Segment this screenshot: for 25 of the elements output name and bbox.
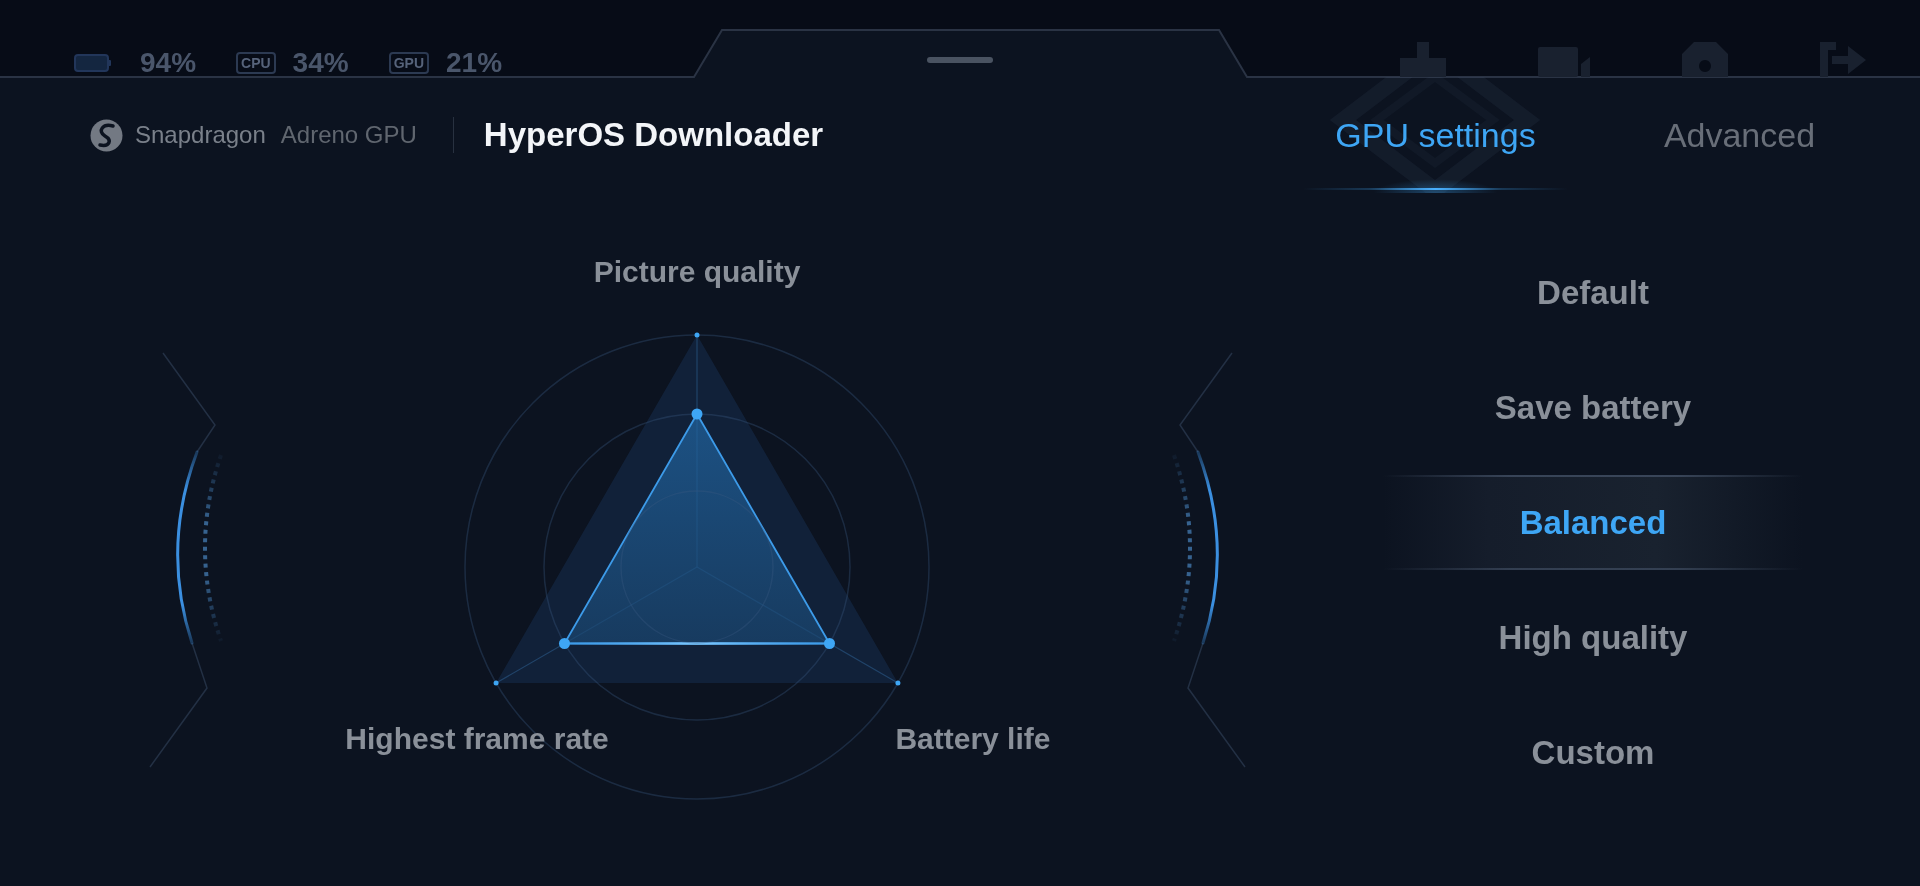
- tab[interactable]: Advanced: [1607, 77, 1872, 193]
- axis-end-point: [895, 680, 901, 686]
- mode-option[interactable]: Default: [1383, 245, 1803, 340]
- chip-label: GPU: [388, 52, 429, 74]
- mode-option[interactable]: High quality: [1383, 590, 1803, 685]
- exit-icon[interactable]: [1820, 42, 1866, 77]
- status-value: 21%: [446, 49, 503, 77]
- status-value: 94%: [140, 49, 197, 77]
- app-title: HyperOS Downloader: [483, 116, 824, 154]
- battery-icon: [74, 54, 112, 72]
- mode-option[interactable]: Save battery: [1383, 360, 1803, 455]
- mode-option[interactable]: Custom: [1383, 705, 1803, 800]
- chip-label: CPU: [236, 52, 276, 74]
- axis-label: Battery life: [895, 722, 1051, 756]
- logo-icon: [90, 118, 123, 152]
- cross-icon[interactable]: [1400, 42, 1446, 77]
- gear-icon[interactable]: [1682, 42, 1728, 77]
- brand-name: Snapdragon: [135, 121, 266, 149]
- drag-handle[interactable]: [927, 57, 993, 63]
- status-value: 34%: [292, 49, 349, 77]
- axis-label: Highest frame rate: [345, 722, 609, 756]
- axis-end-point: [493, 680, 499, 686]
- axis-end-point: [694, 332, 700, 338]
- axis-label: Picture quality: [593, 255, 801, 289]
- product-name: Adreno GPU: [280, 121, 417, 149]
